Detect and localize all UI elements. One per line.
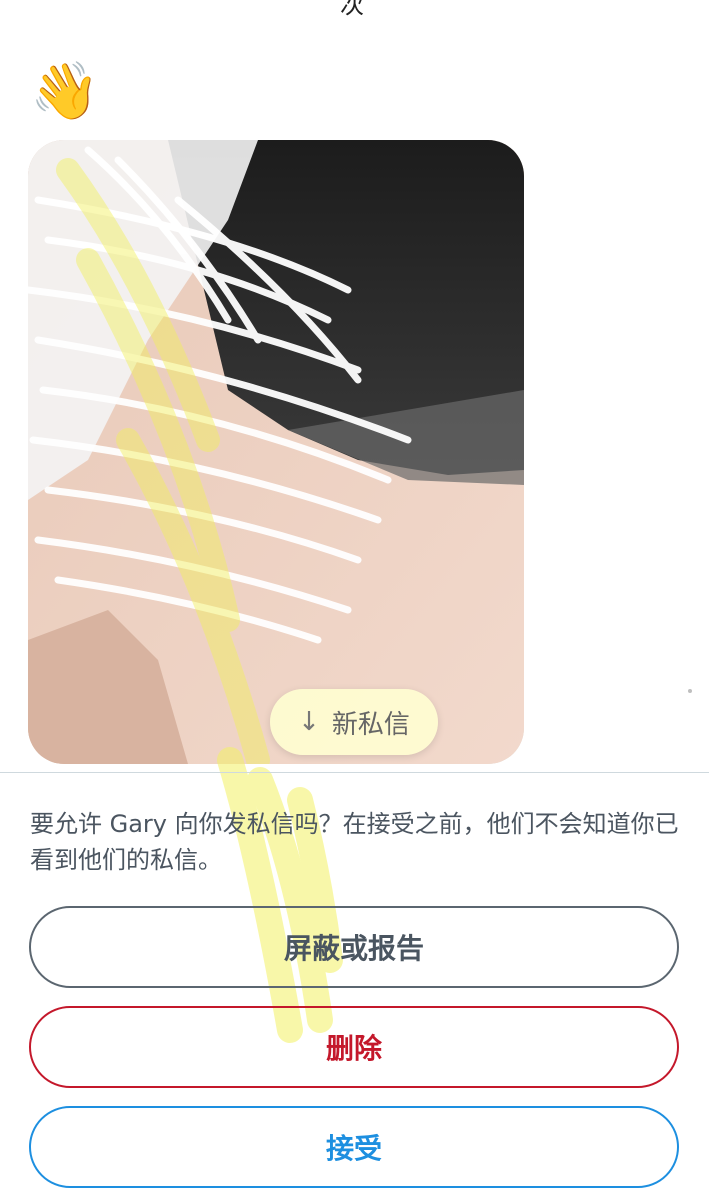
divider — [0, 772, 709, 773]
delete-button[interactable]: 删除 — [29, 1006, 679, 1088]
message-request-prompt: 要允许 Gary 向你发私信吗？在接受之前，他们不会知道你已看到他们的私信。 — [30, 810, 679, 874]
block-or-report-button[interactable]: 屏蔽或报告 — [29, 906, 679, 988]
media-attachment[interactable] — [28, 140, 524, 764]
new-message-pill[interactable]: ↓ 新私信 — [270, 689, 438, 755]
redacted-photo — [28, 140, 524, 764]
scroll-indicator-dot — [688, 689, 692, 693]
header-partial-title: 次 — [340, 0, 364, 19]
accept-button[interactable]: 接受 — [29, 1106, 679, 1188]
dm-request-screen: 次 👋 ↓ 新私信 要允许 Gary 向你发私信吗？在接受之前，他们不会知道你已… — [0, 0, 709, 1200]
wave-emoji-message: 👋 — [30, 59, 100, 124]
new-message-label: 新私信 — [331, 709, 410, 740]
arrow-down-icon: ↓ — [298, 707, 320, 737]
